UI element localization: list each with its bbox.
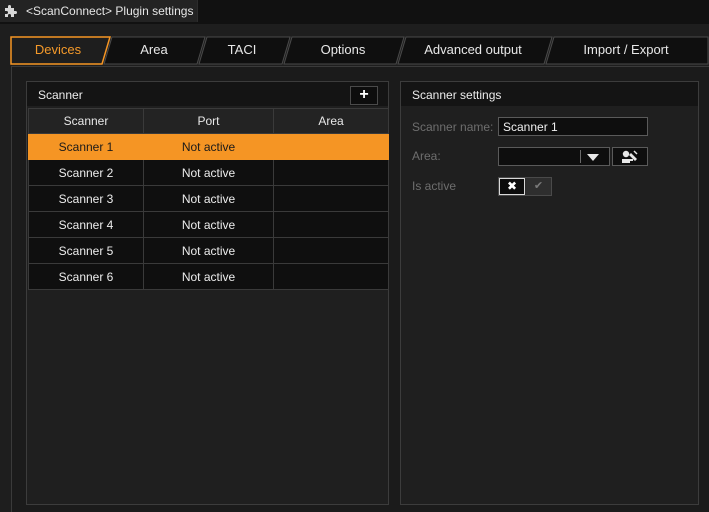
table-row[interactable]: Scanner 1 Not active (28, 133, 389, 160)
cell-port: Not active (143, 263, 274, 290)
cell-area (273, 237, 389, 264)
cell-scanner: Scanner 4 (28, 211, 144, 238)
scanner-settings-panel: Scanner settings Scanner name: Area: Is … (400, 81, 699, 505)
settings-panel-header: Scanner settings (401, 82, 698, 106)
cell-scanner: Scanner 5 (28, 237, 144, 264)
tab-import-export[interactable]: Import / Export (558, 42, 694, 57)
cell-area (273, 211, 389, 238)
cell-port: Not active (143, 211, 274, 238)
scanner-panel-header: Scanner + (27, 82, 388, 106)
table-row[interactable]: Scanner 6 Not active (28, 263, 389, 290)
title-tab: <ScanConnect> Plugin settings (0, 0, 198, 22)
column-header-scanner[interactable]: Scanner (28, 108, 144, 134)
tab-advanced-output[interactable]: Advanced output (404, 42, 542, 57)
table-row[interactable]: Scanner 2 Not active (28, 159, 389, 186)
cell-scanner: Scanner 2 (28, 159, 144, 186)
scanner-panel: Scanner + Scanner Port Area Scanner 1 No… (26, 81, 389, 505)
is-active-label: Is active (412, 179, 457, 193)
column-header-port[interactable]: Port (143, 108, 274, 134)
tab-devices[interactable]: Devices (22, 42, 94, 57)
table-header-row: Scanner Port Area (28, 108, 389, 134)
cell-port: Not active (143, 185, 274, 212)
cell-port: Not active (143, 133, 274, 160)
area-select[interactable] (498, 147, 610, 166)
cell-area (273, 133, 389, 160)
tab-taci[interactable]: TACI (206, 42, 278, 57)
title-bar: <ScanConnect> Plugin settings (0, 0, 709, 24)
active-check-icon[interactable]: ✔ (526, 178, 551, 195)
cell-port: Not active (143, 237, 274, 264)
cell-scanner: Scanner 1 (28, 133, 144, 160)
select-divider (580, 150, 581, 163)
area-label: Area: (412, 149, 441, 163)
scanner-name-label: Scanner name: (412, 120, 494, 134)
is-active-toggle[interactable]: ✖ ✔ (498, 177, 552, 196)
settings-panel-title: Scanner settings (412, 88, 502, 102)
tab-options[interactable]: Options (292, 42, 394, 57)
cell-area (273, 185, 389, 212)
area-edit-icon (622, 150, 638, 163)
window-title: <ScanConnect> Plugin settings (26, 4, 194, 18)
table-row[interactable]: Scanner 5 Not active (28, 237, 389, 264)
cell-port: Not active (143, 159, 274, 186)
scanner-name-input[interactable] (498, 117, 648, 136)
cell-area (273, 159, 389, 186)
column-header-area[interactable]: Area (273, 108, 389, 134)
cell-scanner: Scanner 6 (28, 263, 144, 290)
scanner-panel-title: Scanner (38, 88, 83, 102)
table-row[interactable]: Scanner 4 Not active (28, 211, 389, 238)
tab-area[interactable]: Area (116, 42, 192, 57)
inactive-x-icon[interactable]: ✖ (499, 178, 525, 195)
puzzle-icon (5, 5, 17, 17)
table-row[interactable]: Scanner 3 Not active (28, 185, 389, 212)
chevron-down-icon[interactable] (587, 154, 599, 161)
cell-area (273, 263, 389, 290)
edit-area-button[interactable] (612, 147, 648, 166)
add-scanner-button[interactable]: + (350, 86, 378, 105)
scanner-table: Scanner Port Area Scanner 1 Not active S… (28, 108, 389, 290)
tab-strip: Devices Area TACI Options Advanced outpu… (0, 24, 709, 66)
cell-scanner: Scanner 3 (28, 185, 144, 212)
